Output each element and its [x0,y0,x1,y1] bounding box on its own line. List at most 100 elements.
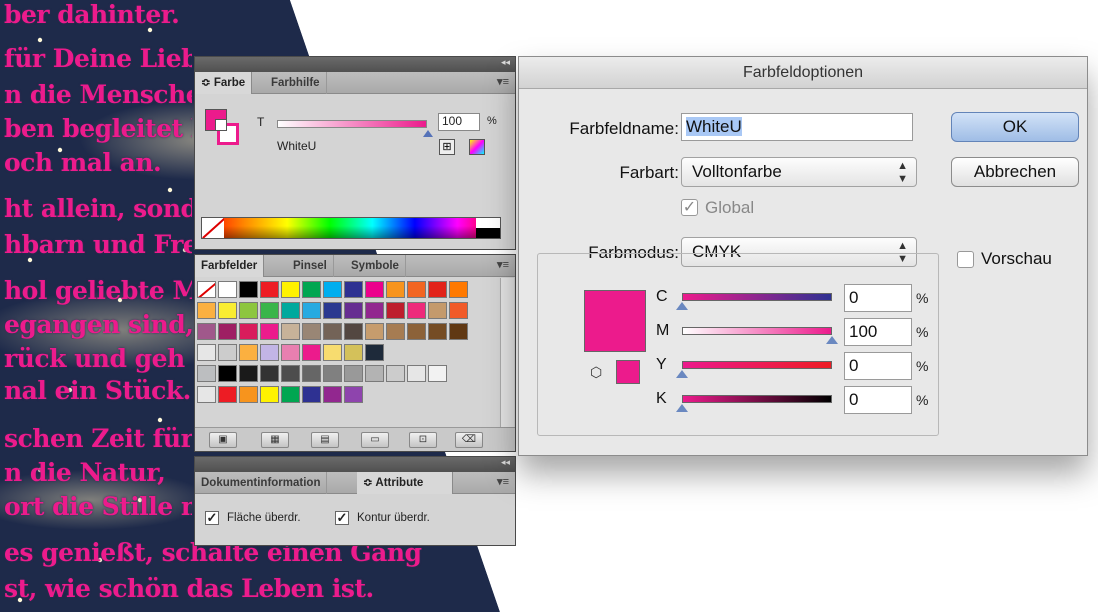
color-swatch[interactable] [197,302,216,319]
color-swatch[interactable] [344,365,363,382]
color-swatch[interactable] [449,281,468,298]
color-swatch[interactable] [365,281,384,298]
ink-value-input-c[interactable]: 0 [844,284,912,312]
color-swatch[interactable] [344,302,363,319]
collapse-icon[interactable]: ◂◂ [501,57,510,68]
color-swatch[interactable] [239,281,258,298]
color-swatch[interactable] [344,344,363,361]
ink-slider-thumb[interactable] [826,336,838,344]
color-swatch[interactable] [323,365,342,382]
color-swatch[interactable] [197,386,216,403]
overprint-stroke-checkbox[interactable]: ✓ [335,511,349,525]
color-swatch[interactable] [281,302,300,319]
color-swatch[interactable] [407,302,426,319]
ink-value-input-y[interactable]: 0 [844,352,912,380]
color-swatch[interactable] [239,365,258,382]
color-swatch[interactable] [239,344,258,361]
global-checkbox[interactable]: ✓ [681,199,698,216]
cancel-button[interactable]: Abbrechen [951,157,1079,187]
color-swatch[interactable] [302,302,321,319]
swatch-none[interactable] [197,281,216,298]
panel-drag-bar[interactable]: ◂◂ [195,57,515,72]
new-color-group-button[interactable]: ▭ [361,432,389,448]
spot-color-icon[interactable] [469,139,485,155]
color-swatch[interactable] [386,281,405,298]
swatches-scrollbar[interactable] [500,278,514,428]
color-swatch[interactable] [344,323,363,340]
color-swatch[interactable] [197,365,216,382]
color-swatch[interactable] [260,344,279,361]
color-swatch[interactable] [302,281,321,298]
ink-value-input-k[interactable]: 0 [844,386,912,414]
color-swatch[interactable] [323,323,342,340]
tab-attribute[interactable]: ≎ Attribute [357,472,453,494]
color-swatch[interactable] [197,323,216,340]
ink-slider-thumb[interactable] [676,404,688,412]
color-swatch[interactable] [365,302,384,319]
tab-dokumentinformation[interactable]: Dokumentinformation [195,472,328,494]
ink-slider-m[interactable] [682,327,832,335]
color-swatch[interactable] [323,386,342,403]
tint-slider[interactable] [277,120,427,128]
ink-slider-thumb[interactable] [676,370,688,378]
color-swatch[interactable] [407,323,426,340]
tint-input[interactable]: 100 [438,113,480,131]
color-swatch[interactable] [239,302,258,319]
tint-slider-thumb[interactable] [423,130,433,137]
black-white-picker[interactable] [476,218,500,238]
color-swatch[interactable] [323,344,342,361]
tab-farbe[interactable]: ≎ Farbe [195,72,253,94]
ok-button[interactable]: OK [951,112,1079,142]
panel-drag-bar[interactable]: ◂◂ [195,457,515,472]
panel-menu-icon[interactable]: ▾≡ [497,75,509,88]
color-swatch[interactable] [365,344,384,361]
color-swatch[interactable] [239,386,258,403]
ink-slider-thumb[interactable] [676,302,688,310]
color-swatch[interactable] [218,323,237,340]
color-swatch[interactable] [197,344,216,361]
color-swatch[interactable] [386,323,405,340]
panel-menu-icon[interactable]: ▾≡ [497,258,509,271]
overprint-fill-checkbox[interactable]: ✓ [205,511,219,525]
color-swatch[interactable] [281,365,300,382]
none-color-icon[interactable] [202,218,224,238]
color-swatch[interactable] [344,281,363,298]
ink-slider-c[interactable] [682,293,832,301]
color-swatch[interactable] [302,344,321,361]
color-swatch[interactable] [302,323,321,340]
color-swatch[interactable] [281,344,300,361]
color-swatch[interactable] [218,344,237,361]
color-swatch[interactable] [407,281,426,298]
color-swatch[interactable] [428,281,447,298]
new-swatch-button[interactable]: ⊡ [409,432,437,448]
color-swatch[interactable] [428,323,447,340]
ink-slider-k[interactable] [682,395,832,403]
color-swatch[interactable] [428,302,447,319]
color-swatch[interactable] [428,365,447,382]
color-swatch[interactable] [281,281,300,298]
target-icon[interactable]: ⊞ [439,139,455,155]
tab-symbole[interactable]: Symbole [345,255,406,277]
tab-farbhilfe[interactable]: Farbhilfe [265,72,327,94]
color-swatch[interactable] [449,323,468,340]
color-swatch[interactable] [386,365,405,382]
delete-swatch-button[interactable]: ⌫ [455,432,483,448]
color-swatch[interactable] [260,323,279,340]
color-swatch[interactable] [218,365,237,382]
color-swatch[interactable] [449,302,468,319]
collapse-icon[interactable]: ◂◂ [501,457,510,468]
color-swatch[interactable] [281,386,300,403]
color-swatch[interactable] [344,386,363,403]
panel-menu-icon[interactable]: ▾≡ [497,475,509,488]
color-swatch[interactable] [218,302,237,319]
color-swatch[interactable] [260,365,279,382]
color-swatch[interactable] [239,323,258,340]
color-swatch[interactable] [218,386,237,403]
preview-checkbox[interactable] [957,251,974,268]
color-swatch[interactable] [407,365,426,382]
color-swatch[interactable] [281,323,300,340]
color-swatch[interactable] [386,302,405,319]
swatch-group-button[interactable]: ▤ [311,432,339,448]
swatch-libraries-button[interactable]: ▣ [209,432,237,448]
color-swatch[interactable] [260,281,279,298]
